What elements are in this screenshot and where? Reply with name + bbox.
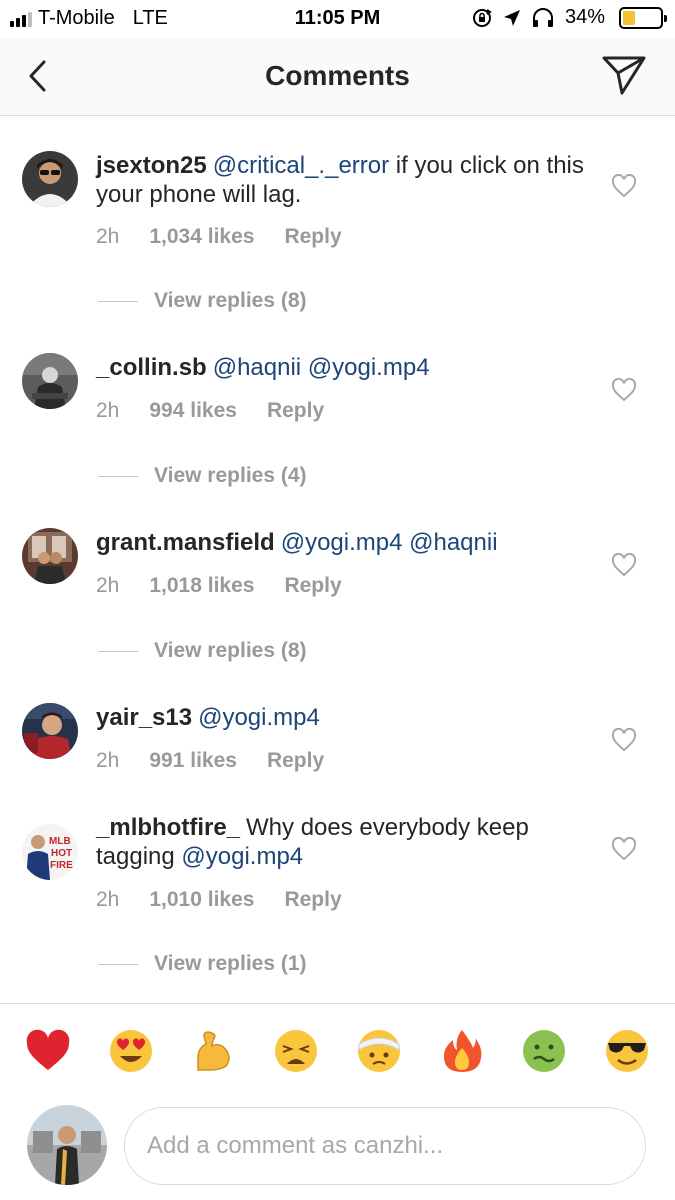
view-replies-label: View replies (4) xyxy=(154,464,307,487)
heart-icon[interactable] xyxy=(611,378,637,402)
comment-mention[interactable]: @yogi.mp4 xyxy=(181,843,303,870)
emoji-row xyxy=(25,1028,650,1074)
comment-item: grant.mansfield @yogi.mp4 @haqnii 2h 1,01… xyxy=(0,502,675,677)
red-heart-emoji-icon[interactable] xyxy=(25,1028,71,1074)
head-bandage-emoji-icon[interactable] xyxy=(356,1028,402,1074)
reply-button[interactable]: Reply xyxy=(284,574,341,598)
comment-likes[interactable]: 1,010 likes xyxy=(149,888,254,912)
heart-icon[interactable] xyxy=(611,174,637,198)
comment-mention[interactable]: @yogi.mp4 xyxy=(198,704,320,731)
page-title: Comments xyxy=(265,60,410,91)
reply-button[interactable]: Reply xyxy=(267,749,324,773)
comment-meta: 2h 1,018 likes Reply xyxy=(96,574,342,598)
comment-meta: 2h 1,010 likes Reply xyxy=(96,888,342,912)
comment-time: 2h xyxy=(96,399,120,422)
reply-button[interactable]: Reply xyxy=(267,399,324,423)
comment-text: grant.mansfield @yogi.mp4 @haqnii xyxy=(96,528,586,557)
flexed-biceps-emoji-icon[interactable] xyxy=(190,1028,236,1074)
comment-likes[interactable]: 1,034 likes xyxy=(149,225,254,249)
battery-fill xyxy=(623,10,635,25)
comment-item: MLB HOT FIRE _mlbhotfire_ Why does everyb… xyxy=(0,807,675,1003)
headphones-icon xyxy=(532,7,553,27)
comment-meta: 2h 991 likes Reply xyxy=(96,749,324,773)
avatar[interactable] xyxy=(22,528,78,584)
comments-list[interactable]: jsexton25 @critical_._error if you click … xyxy=(0,117,675,1003)
svg-text:MLB: MLB xyxy=(49,836,71,847)
comment-likes[interactable]: 994 likes xyxy=(149,399,237,423)
comment-username[interactable]: _mlbhotfire_ xyxy=(96,814,240,841)
comment-item: jsexton25 @critical_._error if you click … xyxy=(0,117,675,327)
avatar[interactable] xyxy=(22,703,78,759)
avatar[interactable]: MLB HOT FIRE xyxy=(22,824,78,880)
replies-divider-line xyxy=(98,475,138,477)
replies-divider-line xyxy=(98,300,138,302)
view-replies-button[interactable]: View replies (4) xyxy=(98,464,307,488)
reply-button[interactable]: Reply xyxy=(284,888,341,912)
comment-time: 2h xyxy=(96,888,120,911)
comment-meta: 2h 1,034 likes Reply xyxy=(96,225,342,249)
comment-mention[interactable]: @haqnii @yogi.mp4 xyxy=(213,354,430,381)
heart-icon[interactable] xyxy=(611,553,637,577)
comment-likes[interactable]: 1,018 likes xyxy=(149,574,254,598)
svg-text:HOT: HOT xyxy=(51,848,72,859)
replies-divider-line xyxy=(98,650,138,652)
comments-header: Comments xyxy=(0,38,675,116)
comment-likes[interactable]: 991 likes xyxy=(149,749,237,773)
svg-text:FIRE: FIRE xyxy=(50,860,73,871)
avatar[interactable] xyxy=(27,1105,107,1185)
comment-text: _collin.sb @haqnii @yogi.mp4 xyxy=(96,353,586,382)
fire-emoji-icon[interactable] xyxy=(439,1028,485,1074)
heart-icon[interactable] xyxy=(611,837,637,861)
sunglasses-face-emoji-icon[interactable] xyxy=(604,1028,650,1074)
avatar[interactable] xyxy=(22,353,78,409)
status-bar: T-Mobile LTE 11:05 PM 34% xyxy=(0,0,675,38)
comment-text: yair_s13 @yogi.mp4 xyxy=(96,703,586,732)
heart-icon[interactable] xyxy=(611,728,637,752)
replies-divider-line xyxy=(98,963,138,965)
comment-time: 2h xyxy=(96,225,120,248)
view-replies-button[interactable]: View replies (8) xyxy=(98,639,307,663)
heart-eyes-emoji-icon[interactable] xyxy=(108,1028,154,1074)
view-replies-button[interactable]: View replies (8) xyxy=(98,289,307,313)
avatar[interactable] xyxy=(22,151,78,207)
comment-item: _collin.sb @haqnii @yogi.mp4 2h 994 likes… xyxy=(0,327,675,502)
comment-mention[interactable]: @critical_._error xyxy=(213,152,389,179)
status-right: 34% xyxy=(471,6,667,29)
view-replies-label: View replies (8) xyxy=(154,289,307,312)
comment-composer xyxy=(0,1099,675,1200)
comment-username[interactable]: _collin.sb xyxy=(96,354,207,381)
comment-mention[interactable]: @yogi.mp4 @haqnii xyxy=(281,529,498,556)
comment-meta: 2h 994 likes Reply xyxy=(96,399,324,423)
battery-cap xyxy=(664,14,667,22)
battery-icon xyxy=(619,6,667,29)
view-replies-button[interactable]: View replies (1) xyxy=(98,952,307,976)
paper-plane-icon[interactable] xyxy=(601,54,647,96)
comment-text: jsexton25 @critical_._error if you click … xyxy=(96,151,586,209)
view-replies-label: View replies (1) xyxy=(154,952,307,975)
comment-input[interactable] xyxy=(124,1107,646,1185)
rotation-lock-icon xyxy=(472,8,492,27)
location-arrow-icon xyxy=(503,9,520,26)
comment-time: 2h xyxy=(96,574,120,597)
view-replies-label: View replies (8) xyxy=(154,639,307,662)
comment-username[interactable]: jsexton25 xyxy=(96,152,207,179)
comment-text: _mlbhotfire_ Why does everybody keep tagg… xyxy=(96,813,586,871)
comment-username[interactable]: yair_s13 xyxy=(96,704,192,731)
nauseated-face-emoji-icon[interactable] xyxy=(521,1028,567,1074)
comment-time: 2h xyxy=(96,749,120,772)
weary-face-emoji-icon[interactable] xyxy=(273,1028,319,1074)
comment-item: yair_s13 @yogi.mp4 2h 991 likes Reply xyxy=(0,677,675,807)
battery-percent: 34% xyxy=(564,6,605,28)
emoji-bar xyxy=(0,1003,675,1099)
comment-username[interactable]: grant.mansfield xyxy=(96,529,275,556)
reply-button[interactable]: Reply xyxy=(284,225,341,249)
